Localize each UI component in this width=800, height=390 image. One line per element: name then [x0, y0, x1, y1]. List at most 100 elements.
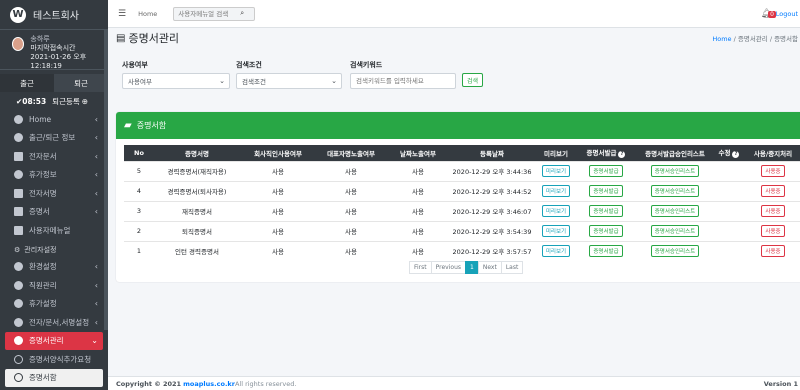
sidebar-item-home[interactable]: Home ‹: [0, 110, 108, 129]
issue-button[interactable]: 증명서발급: [589, 185, 623, 197]
preview-button[interactable]: 미리보기: [541, 245, 571, 258]
cell-seal: 사용: [240, 200, 316, 221]
question-icon[interactable]: ?: [618, 151, 626, 159]
search-icon[interactable]: ⌕: [240, 9, 244, 18]
status-button[interactable]: 사용중: [761, 165, 785, 177]
out-register-link[interactable]: 퇴근등록: [52, 96, 80, 107]
condition-select[interactable]: 검색조건 ⌄: [236, 73, 342, 89]
logout-link[interactable]: Logout: [776, 10, 798, 18]
cell-date_show: 사용: [386, 240, 450, 261]
status-button[interactable]: 사용중: [761, 205, 785, 217]
issue-button[interactable]: 증명서발급: [589, 205, 623, 217]
users-icon: [14, 170, 23, 180]
table-row: 4 경력증명서(퇴사자용) 사용 사용 사용 2020-12-29 오후 3:44:52 미…: [124, 180, 800, 201]
signature-icon: [14, 188, 23, 198]
status-button[interactable]: 사용중: [761, 245, 785, 258]
cell-approve: 증명서승인리스트: [634, 220, 716, 241]
home-link[interactable]: Home: [138, 10, 157, 18]
search-input[interactable]: [174, 9, 241, 18]
sidebar-item-attendance[interactable]: 출근/퇴근 정보 ‹: [0, 129, 108, 148]
use-select[interactable]: 사용여부 ⌄: [122, 73, 230, 89]
breadcrumb-trail: / 증명서관리 / 증명서함: [731, 35, 798, 43]
sidebar-scrollbar[interactable]: [104, 30, 108, 330]
sidebar-item-staff[interactable]: 직원관리 ‹: [0, 276, 108, 295]
status-button[interactable]: 사용중: [761, 185, 785, 197]
keyword-label: 검색키워드: [350, 61, 383, 69]
sidebar-item-vacation[interactable]: 휴가정보 ‹: [0, 166, 108, 185]
cell-status: 사용중: [742, 240, 800, 261]
card-title: 증명서함: [136, 121, 167, 130]
circle-outline-icon: [14, 373, 23, 383]
clock-time: 08:53: [22, 96, 47, 106]
sidebar-item-label: 환경설정: [29, 262, 57, 272]
sidebar-item-label: 증명서함: [29, 373, 57, 383]
pager-last[interactable]: Last: [500, 261, 524, 274]
brand-name: 테스트회사: [33, 11, 79, 22]
approve-button[interactable]: 증명서승인리스트: [650, 245, 700, 258]
sidebar-item-doc-sign-settings[interactable]: 전자/문서,서명설정 ‹: [0, 313, 108, 332]
col-rep: 대표자명노출여부: [316, 145, 386, 161]
pager-next[interactable]: Next: [477, 261, 502, 274]
menu-icon[interactable]: ☰: [118, 9, 126, 19]
col-status: 사용/중지처리: [742, 145, 800, 161]
cell-status: 사용중: [742, 200, 800, 221]
preview-button[interactable]: 미리보기: [541, 225, 571, 237]
sidebar-item-label: 출근/퇴근 정보: [29, 133, 76, 143]
sidebar-item-certificate[interactable]: 증명서 ‹: [0, 203, 108, 222]
col-edit: 수정?: [716, 145, 742, 161]
col-name: 증명서명: [154, 145, 240, 161]
sidebar-item-vacation-settings[interactable]: 휴가설정 ‹: [0, 295, 108, 314]
preview-button[interactable]: 미리보기: [541, 165, 571, 177]
brand[interactable]: W 테스트회사: [0, 0, 108, 30]
sidebar-item-settings[interactable]: 환경설정 ‹: [0, 258, 108, 277]
cell-approve: 증명서승인리스트: [634, 160, 716, 181]
chevron-left-icon: ‹: [94, 133, 98, 143]
condition-select-value: 검색조건: [242, 78, 266, 86]
cell-name: 재직증명서: [154, 200, 240, 221]
cell-reg: 2020-12-29 오후 3:44:36: [450, 160, 534, 181]
sidebar-item-cert-management[interactable]: 증명서관리 ⌄: [5, 331, 103, 350]
pager-first[interactable]: First: [409, 261, 432, 274]
approve-button[interactable]: 증명서승인리스트: [650, 225, 700, 237]
pager-current[interactable]: 1: [465, 261, 479, 274]
preview-button[interactable]: 미리보기: [541, 185, 571, 197]
breadcrumb-home[interactable]: Home: [712, 35, 731, 43]
cell-date_show: 사용: [386, 220, 450, 241]
circle-outline-icon: [14, 354, 23, 364]
approve-button[interactable]: 증명서승인리스트: [650, 205, 700, 217]
pager-prev[interactable]: Previous: [430, 261, 466, 274]
sidebar-item-cert-box[interactable]: 증명서함: [5, 368, 103, 387]
issue-button[interactable]: 증명서발급: [589, 245, 623, 258]
question-icon[interactable]: ?: [732, 151, 740, 159]
preview-button[interactable]: 미리보기: [541, 205, 571, 217]
sidebar-item-cert-request[interactable]: 증명서양식추가요청: [0, 350, 108, 369]
gear-icon: ⚙: [14, 245, 21, 254]
col-approve-list: 증명서발급승인리스트: [634, 145, 716, 161]
use-filter-label: 사용여부: [122, 61, 148, 69]
home-icon: [14, 114, 23, 124]
attendance-toggle: 출근 퇴근: [0, 74, 108, 92]
keyword-input[interactable]: [351, 74, 455, 88]
cell-date_show: 사용: [386, 160, 450, 181]
approve-button[interactable]: 증명서승인리스트: [650, 185, 700, 197]
clock-in-button[interactable]: 출근: [0, 74, 54, 92]
user-name[interactable]: 송하루: [30, 35, 108, 44]
cell-name: 경력증명서(퇴사자용): [154, 180, 240, 201]
cell-reg: 2020-12-29 오후 3:44:52: [450, 180, 534, 201]
last-login-time: 2021-01-26 오후 12:18:19: [30, 53, 87, 70]
approve-button[interactable]: 증명서승인리스트: [650, 165, 700, 177]
issue-button[interactable]: 증명서발급: [589, 165, 623, 177]
sidebar-item-edocs[interactable]: 전자문서 ‹: [0, 147, 108, 166]
sidebar-item-esign[interactable]: 전자서명 ‹: [0, 184, 108, 203]
sidebar-item-manual[interactable]: 사용자메뉴얼: [0, 221, 108, 240]
search-button[interactable]: 검색: [462, 73, 484, 87]
footer-domain-link[interactable]: moaplus.co.kr: [183, 380, 235, 388]
plus-circle-icon[interactable]: ⊕: [82, 97, 88, 106]
sidebar-item-label: 증명서양식추가요청: [29, 354, 92, 364]
cell-preview: 미리보기: [534, 240, 578, 261]
cell-edit: [716, 220, 742, 241]
col-seal: 회사직인사용여부: [240, 145, 316, 161]
status-button[interactable]: 사용중: [761, 225, 785, 237]
issue-button[interactable]: 증명서발급: [589, 225, 623, 237]
clock-out-button[interactable]: 퇴근: [54, 74, 108, 92]
